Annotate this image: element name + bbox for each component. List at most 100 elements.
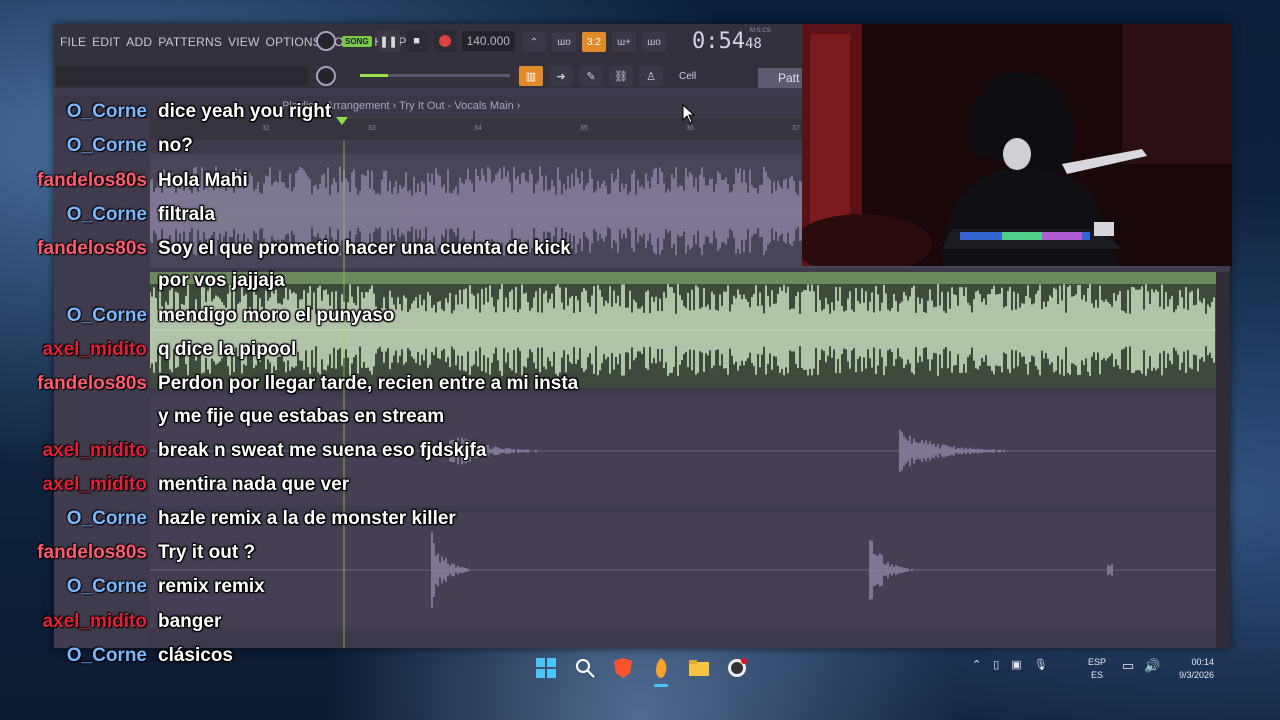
loop-record-icon[interactable]: шо [642,32,666,52]
menu-patterns[interactable]: PATTERNS [158,35,222,49]
chat-text: break n sweat me suena eso fjdskjfa [158,440,487,461]
mouse-cursor [682,104,696,124]
toolbar-row-2: ▥ ➜ ✎ ⛓ ♙ Cell [54,64,794,88]
chat-message: fandelos80s Hola Mahi [0,170,640,200]
menu-file[interactable]: FILE [60,35,86,49]
chat-message: O_Corne no? [0,135,640,165]
chat-username: O_Corne [66,204,147,225]
chevron-up-icon[interactable]: ⌃ [972,658,981,671]
chat-message: axel_midito mentira nada que ver [0,474,640,504]
chat-text: y me fije que estabas en stream [158,406,445,427]
volume-icon[interactable]: 🔊 [1144,658,1160,674]
chat-message: O_Corne mendigo moro el punyaso [0,305,640,335]
clock-date: 9/3/2026 [1178,670,1214,680]
language-indicator[interactable]: ESP ES [1088,656,1106,682]
windows-taskbar: ⌃ ▯ ▣ 🎙 ESP ES ▭ 🔊 00:14 9/3/2026 [0,648,1230,688]
stamp-icon[interactable]: ♙ [639,66,663,86]
chat-text: filtrala [158,204,216,225]
snap-selector[interactable]: Cell [679,71,696,82]
search-icon[interactable] [573,656,597,680]
chat-username: axel_midito [42,440,147,461]
step-edit-icon[interactable]: ш+ [612,32,636,52]
chat-text: por vos jajjaja [158,270,285,291]
menu-options[interactable]: OPTIONS [266,35,321,49]
lang-bottom: ES [1091,670,1104,680]
stop-button[interactable]: ■ [405,30,428,52]
chat-text: dice yeah you right [158,101,332,122]
record-button[interactable] [433,30,456,52]
chat-text: mendigo moro el punyaso [158,305,395,326]
record-icon [438,35,451,47]
chat-message: O_Corne remix remix [0,576,640,606]
menu-view[interactable]: VIEW [228,35,259,49]
chat-username: fandelos80s [37,170,147,191]
chat-text: Hola Mahi [158,170,248,191]
chat-message: fandelos80s Soy el que prometio hacer una… [0,238,640,268]
lang-top: ESP [1088,657,1107,667]
hint-bar [56,66,308,86]
pattern-selector[interactable]: Patt [758,68,808,88]
webcam-overlay [802,24,1232,266]
chat-username: fandelos80s [37,542,147,563]
chat-text: Soy el que prometio hacer una cuenta de … [158,238,571,259]
ruler-tick: 36 [686,125,694,132]
network-volume[interactable]: ▭ 🔊 [1122,658,1160,674]
chat-text: hazle remix a la de monster killer [158,508,456,529]
tempo-display[interactable]: 140.000 [461,31,515,51]
wait-input-icon[interactable]: шо [552,32,576,52]
chat-username: O_Corne [66,305,147,326]
chat-username: axel_midito [42,474,147,495]
arrow-right-icon[interactable]: ➜ [549,66,573,86]
fl-studio-icon[interactable] [649,656,673,680]
active-app-indicator [654,684,668,687]
chat-username: O_Corne [66,508,147,529]
pause-button[interactable]: ❚❚ [377,30,400,52]
transport-controls: SONG ❚❚ ■ 140.000 [316,30,515,52]
chat-username: O_Corne [66,576,147,597]
file-explorer-icon[interactable] [687,656,711,680]
link-icon[interactable]: ⛓ [609,66,633,86]
playlist-icon[interactable]: ▥ [519,66,543,86]
chat-message: por vos jajjaja [0,270,640,300]
master-knob[interactable] [316,31,336,51]
brave-browser-icon[interactable] [611,656,635,680]
master-volume-slider[interactable] [360,74,510,77]
chat-text: banger [158,611,222,632]
chat-text: no? [158,135,193,156]
metronome-icon[interactable]: ⌃ [522,32,546,52]
chat-message: O_Corne dice yeah you right [0,101,640,131]
network-icon[interactable]: ▭ [1122,658,1134,674]
microphone-icon[interactable]: 🎙 [1034,658,1048,671]
chat-text: Perdon por llegar tarde, recien entre a … [158,373,579,394]
obs-icon[interactable] [725,656,749,680]
chat-username: axel_midito [42,339,147,360]
chat-username: O_Corne [66,101,147,122]
chat-text: mentira nada que ver [158,474,350,495]
chat-message: y me fije que estabas en stream [0,406,640,436]
menu-add[interactable]: ADD [126,35,152,49]
time-format-label: M:S:CS [750,28,771,34]
ruler-tick: 37 [792,125,800,132]
chat-text: Try it out ? [158,542,256,563]
app-tray-icon[interactable]: ▣ [1011,658,1021,671]
system-tray: ⌃ ▯ ▣ 🎙 [972,658,1048,671]
chat-message: axel_midito q dice la pipool [0,339,640,369]
chat-message: fandelos80s Try it out ? [0,542,640,572]
chat-message: O_Corne filtrala [0,204,640,234]
chat-username: fandelos80s [37,238,147,259]
usb-icon[interactable]: ▯ [993,658,999,671]
pencil-icon[interactable]: ✎ [579,66,603,86]
time-main: 0:54 [692,29,745,54]
chat-username: O_Corne [66,135,147,156]
vertical-scrollbar[interactable] [1216,272,1230,648]
countdown-icon[interactable]: 3:2 [582,32,606,52]
start-icon[interactable] [534,656,558,680]
clock[interactable]: 00:14 9/3/2026 [1168,656,1214,682]
song-mode-button[interactable]: SONG [342,35,372,47]
main-pitch-knob[interactable] [316,66,336,86]
chat-message: fandelos80s Perdon por llegar tarde, reci… [0,373,640,403]
chat-text: q dice la pipool [158,339,297,360]
master-volume-fill [360,74,388,77]
menu-edit[interactable]: EDIT [92,35,120,49]
playlist-tools: ▥ ➜ ✎ ⛓ ♙ Cell [519,66,696,86]
